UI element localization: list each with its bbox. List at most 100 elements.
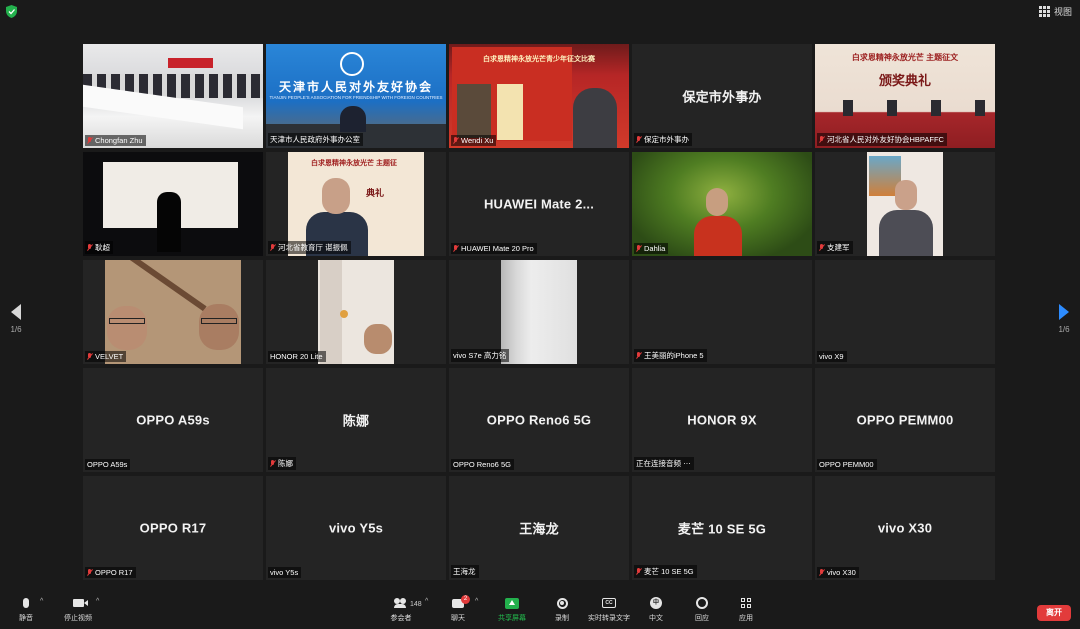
participant-tile-chen-na[interactable]: 陈娜 陈娜: [266, 368, 446, 472]
participant-tile-dahlia[interactable]: Dahlia: [632, 152, 812, 256]
view-label: 视图: [1053, 7, 1072, 17]
arrow-left-icon: [11, 304, 21, 320]
participant-tile-vivo-x9[interactable]: vivo X9: [815, 260, 995, 364]
chat-icon: 2: [452, 594, 470, 608]
participant-tile-honor-9x[interactable]: HONOR 9X 正在连接音频 ⋯: [632, 368, 812, 472]
record-button[interactable]: 录制: [550, 594, 574, 623]
prev-page-button[interactable]: 1/6: [4, 304, 28, 334]
connecting-audio-status: 正在连接音频 ⋯: [636, 459, 691, 468]
participant-display-name: 陈娜: [342, 413, 370, 429]
live-transcript-button[interactable]: CC 实时转录文字: [586, 594, 632, 623]
video-feed: [632, 152, 812, 256]
participant-tile-vivo-x30[interactable]: vivo X30 vivo X30: [815, 476, 995, 580]
participant-tile-oppo-pemm00[interactable]: OPPO PEMM00 OPPO PEMM00: [815, 368, 995, 472]
apps-button[interactable]: 应用: [734, 594, 758, 623]
participant-label: Chongfan Zhu: [85, 135, 146, 146]
video-feed: 白求恩精神永放光芒青少年征文比赛: [449, 44, 629, 148]
participant-display-name: OPPO R17: [139, 520, 207, 536]
prev-page-indicator: 1/6: [10, 325, 22, 334]
participant-tile-wendi-xu[interactable]: 白求恩精神永放光芒青少年征文比赛 Wendi Xu: [449, 44, 629, 148]
record-icon: [556, 597, 568, 609]
participant-tile-wang-hailong[interactable]: 王海龙 王海龙: [449, 476, 629, 580]
chat-unread-badge: 2: [461, 594, 470, 604]
participant-name: VELVET: [95, 352, 124, 361]
participant-tile-oppo-a59s[interactable]: OPPO A59s OPPO A59s: [83, 368, 263, 472]
chat-button[interactable]: 2 聊天: [446, 594, 470, 623]
audio-options-caret[interactable]: ^: [40, 598, 43, 605]
participant-tile-hbpaffc[interactable]: 白求恩精神永放光芒 主题征文 颁奖典礼 河北省人民对外友好协会HBPAFFC: [815, 44, 995, 148]
participant-name: 王美丽的iPhone 5: [644, 351, 704, 360]
participant-label: 保定市外事办: [634, 133, 692, 146]
participant-tile-tianjin[interactable]: 天津市人民对外友好协会 TIANJIN PEOPLE'S ASSOCIATION…: [266, 44, 446, 148]
shield-icon[interactable]: [6, 5, 17, 18]
next-page-button[interactable]: 1/6: [1052, 304, 1076, 334]
language-button[interactable]: 中 中文: [644, 594, 668, 623]
participant-label: OPPO Reno6 5G: [451, 459, 514, 470]
participant-display-name: OPPO A59s: [136, 412, 210, 428]
mic-muted-icon: [87, 136, 93, 145]
participant-name: 王海龙: [453, 567, 476, 576]
video-feed: [83, 260, 263, 364]
participant-label: 麦芒 10 SE 5G: [634, 565, 697, 578]
mute-button[interactable]: 静音: [14, 594, 38, 623]
participant-tile-baoding[interactable]: 保定市外事办 保定市外事办: [632, 44, 812, 148]
participant-tile-geng-chao[interactable]: 耿超: [83, 152, 263, 256]
participant-name: HUAWEI Mate 20 Pro: [461, 244, 534, 253]
poster-text: 白求恩精神永放光芒青少年征文比赛: [483, 56, 595, 63]
participant-name: Chongfan Zhu: [95, 136, 143, 145]
stop-video-button[interactable]: 停止视频: [60, 594, 96, 623]
participant-tile-chongfan-zhu[interactable]: Chongfan Zhu: [83, 44, 263, 148]
reaction-icon: [696, 597, 708, 609]
participants-options-caret[interactable]: ^: [425, 598, 428, 605]
participant-tile-zhi-jianjun[interactable]: 支建军: [815, 152, 995, 256]
participant-name: 河北省人民对外友好协会HBPAFFC: [827, 135, 944, 144]
participant-label: vivo Y5s: [268, 567, 302, 578]
stop-video-label: 停止视频: [64, 615, 92, 622]
leave-meeting-button[interactable]: 离开: [1037, 605, 1071, 621]
participant-name: 支建军: [827, 243, 850, 252]
participant-name: Dahlia: [644, 244, 666, 253]
participant-label: 陈娜: [268, 457, 296, 470]
mic-muted-icon: [87, 352, 93, 361]
participant-tile-vivo-s7e[interactable]: vivo S7e 高力铭: [449, 260, 629, 364]
participant-label: 河北省人民对外友好协会HBPAFFC: [817, 133, 947, 146]
participant-name: OPPO A59s: [87, 460, 128, 469]
participant-tile-honor-20-lite[interactable]: HONOR 20 Lite: [266, 260, 446, 364]
participant-label: 王海龙: [451, 565, 479, 578]
share-screen-button[interactable]: 共享屏幕: [494, 594, 530, 623]
participant-tile-oppo-reno6[interactable]: OPPO Reno6 5G OPPO Reno6 5G: [449, 368, 629, 472]
participant-label: vivo X9: [817, 351, 847, 362]
participant-label: Dahlia: [634, 243, 669, 254]
language-label: 中文: [649, 615, 663, 622]
participant-tile-vivo-y5s[interactable]: vivo Y5s vivo Y5s: [266, 476, 446, 580]
view-button[interactable]: 视图: [1038, 5, 1072, 18]
participant-name: 河北省教育厅 谌振佩: [278, 243, 348, 252]
participant-tile-iphone-5[interactable]: 王美丽的iPhone 5: [632, 260, 812, 364]
participant-name: 陈娜: [278, 459, 293, 468]
reactions-button[interactable]: 回应: [690, 594, 714, 623]
meeting-toolbar: 静音 ^ 停止视频 ^ 148 参会者 ^ 2 聊天 ^ 共享屏幕 录制 CC …: [0, 591, 1080, 629]
microphone-icon: [23, 598, 29, 608]
video-options-caret[interactable]: ^: [96, 598, 99, 605]
closed-caption-icon: CC: [602, 598, 616, 608]
banner-subtitle: TIANJIN PEOPLE'S ASSOCIATION FOR FRIENDS…: [269, 95, 443, 100]
chat-options-caret[interactable]: ^: [475, 598, 478, 605]
participant-name: Wendi Xu: [461, 136, 494, 145]
participant-name: 麦芒 10 SE 5G: [644, 567, 694, 576]
participant-display-name: OPPO PEMM00: [856, 412, 954, 428]
participant-tile-hebei-education[interactable]: 白求恩精神永放光芒 主题征 典礼 河北省教育厅 谌振佩: [266, 152, 446, 256]
participant-tile-maimang-10se[interactable]: 麦芒 10 SE 5G 麦芒 10 SE 5G: [632, 476, 812, 580]
participant-tile-huawei-mate[interactable]: HUAWEI Mate 2... HUAWEI Mate 20 Pro: [449, 152, 629, 256]
participant-name: OPPO Reno6 5G: [453, 460, 511, 469]
participant-tile-oppo-r17[interactable]: OPPO R17 OPPO R17: [83, 476, 263, 580]
video-feed: [266, 260, 446, 364]
participant-name: OPPO R17: [95, 568, 133, 577]
apps-label: 应用: [739, 615, 753, 622]
mic-muted-icon: [819, 568, 825, 577]
participants-button[interactable]: 148 参会者: [383, 594, 422, 623]
participant-name: vivo X30: [827, 568, 856, 577]
mic-muted-icon: [270, 243, 276, 252]
participant-name: HONOR 20 Lite: [270, 352, 323, 361]
participant-label: vivo S7e 高力铭: [451, 349, 510, 362]
participant-tile-velvet[interactable]: VELVET: [83, 260, 263, 364]
